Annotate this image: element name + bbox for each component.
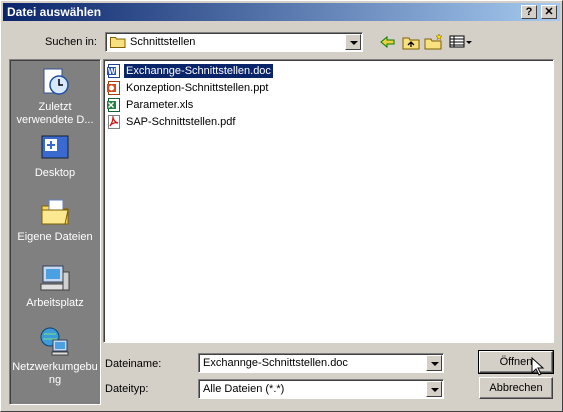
window-title: Datei auswählen (7, 5, 102, 19)
word-doc-icon: W (106, 63, 122, 79)
back-arrow-icon (380, 35, 395, 49)
filetype-label: Dateityp: (105, 383, 149, 395)
view-menu-icon (449, 35, 472, 48)
desktop-icon (39, 132, 71, 164)
network-icon (39, 326, 71, 358)
up-folder-button[interactable] (401, 33, 421, 51)
place-label: Arbeitsplatz (26, 297, 84, 309)
svg-text:W: W (108, 67, 116, 76)
title-bar[interactable]: Datei auswählen ? ✕ (3, 3, 560, 21)
my-documents-icon (39, 196, 71, 228)
filetype-value: Alle Dateien (*.*) (203, 383, 285, 395)
chevron-down-icon[interactable] (345, 34, 361, 50)
new-folder-icon (424, 33, 443, 50)
look-in-combo[interactable]: Schnittstellen (105, 32, 363, 52)
close-button[interactable]: ✕ (541, 5, 557, 19)
view-menu-button[interactable] (449, 33, 473, 51)
help-button[interactable]: ? (521, 5, 537, 19)
place-recent[interactable]: Zuletzt verwendete D... (10, 66, 100, 127)
file-open-dialog: Datei auswählen ? ✕ Suchen in: Schnittst… (0, 0, 563, 412)
file-name: Konzeption-Schnittstellen.ppt (126, 82, 269, 94)
filename-value: Exchannge-Schnittstellen.doc (203, 357, 348, 369)
file-name: Parameter.xls (126, 99, 194, 111)
place-label: Desktop (34, 167, 76, 179)
places-bar: Zuletzt verwendete D... Desktop Eigene D… (9, 59, 101, 405)
place-label: Netzwerkumgebung (12, 361, 98, 386)
filename-label: Dateiname: (105, 358, 162, 370)
excel-icon (106, 97, 122, 113)
file-name: Exchannge-Schnittstellen.doc (124, 64, 273, 78)
back-button[interactable] (378, 33, 398, 51)
file-name: SAP-Schnittstellen.pdf (126, 116, 236, 128)
mouse-cursor-icon (531, 357, 545, 376)
place-my-documents[interactable]: Eigene Dateien (10, 196, 100, 244)
cancel-button[interactable]: Abbrechen (479, 377, 553, 399)
chevron-down-icon[interactable] (426, 355, 442, 371)
place-label: Eigene Dateien (17, 231, 93, 243)
place-my-computer[interactable]: Arbeitsplatz (10, 262, 100, 310)
powerpoint-icon (106, 80, 122, 96)
pdf-icon (106, 114, 122, 130)
place-network[interactable]: Netzwerkumgebung (10, 326, 100, 387)
new-folder-button[interactable] (424, 33, 444, 51)
look-in-label: Suchen in: (45, 36, 97, 48)
place-desktop[interactable]: Desktop (10, 132, 100, 180)
folder-icon (110, 36, 126, 48)
my-computer-icon (39, 262, 71, 294)
up-folder-icon (402, 37, 420, 50)
chevron-down-icon[interactable] (426, 381, 442, 397)
filename-combo[interactable]: Exchannge-Schnittstellen.doc (198, 353, 444, 373)
look-in-value: Schnittstellen (130, 36, 196, 48)
filetype-combo[interactable]: Alle Dateien (*.*) (198, 379, 444, 399)
recent-documents-icon (39, 66, 71, 98)
file-list[interactable]: W Exchannge-Schnittstellen.doc Konzeptio… (103, 59, 554, 343)
place-label: Zuletzt verwendete D... (16, 101, 94, 126)
